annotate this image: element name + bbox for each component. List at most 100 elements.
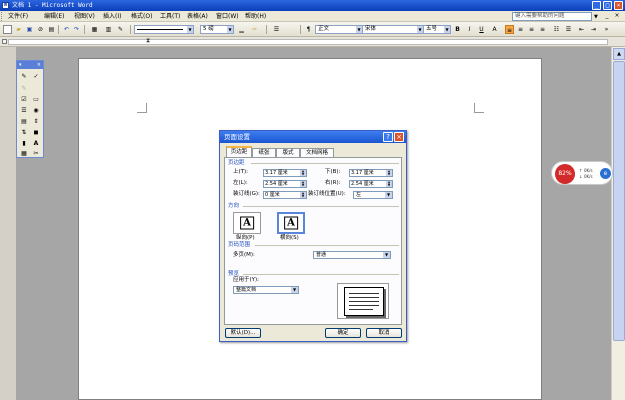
menu-edit[interactable]: 编辑(E): [44, 13, 64, 21]
spinner-arrows-icon[interactable]: ▲ ▼: [300, 181, 306, 187]
line-style-combo[interactable]: ▼: [134, 25, 194, 34]
open-folder-icon[interactable]: ▰: [14, 25, 23, 34]
font-combo[interactable]: 宋体 ▼: [362, 25, 424, 34]
maximize-button[interactable]: □: [603, 1, 612, 10]
chevron-down-icon[interactable]: ▼: [385, 192, 392, 198]
palette-spin-icon[interactable]: ⇅: [19, 128, 29, 138]
landscape-label[interactable]: 横向(S): [280, 235, 299, 242]
spinner-arrows-icon[interactable]: ▲ ▼: [386, 181, 392, 187]
gutter-spinner[interactable]: 0 厘米 ▲ ▼: [263, 191, 307, 199]
floating-toolbar-close-icon[interactable]: ×: [37, 61, 41, 69]
landscape-option[interactable]: A: [277, 212, 305, 234]
doc-minimize-button[interactable]: _: [603, 12, 611, 20]
floating-toolbar-header[interactable]: ▾ ×: [17, 61, 43, 69]
top-margin-spinner[interactable]: 3.17 厘米 ▲ ▼: [263, 169, 307, 177]
font-effects-icon[interactable]: A: [490, 25, 499, 34]
menu-window[interactable]: 窗口(W): [216, 13, 239, 21]
ok-button[interactable]: 确定: [325, 328, 361, 338]
palette-radio-icon[interactable]: ◉: [31, 106, 41, 116]
table-icon[interactable]: ▦: [90, 25, 99, 34]
align-left-button[interactable]: ≡: [505, 25, 514, 34]
new-document-icon[interactable]: [3, 25, 12, 34]
apply-to-select[interactable]: 整篇文档 ▼: [233, 286, 299, 294]
help-dropdown-icon[interactable]: ▼: [594, 14, 598, 20]
dialog-title[interactable]: 页面设置: [220, 131, 406, 143]
dialog-close-button[interactable]: ×: [394, 132, 404, 142]
highlight-icon[interactable]: ✑: [250, 25, 259, 34]
minimize-button[interactable]: _: [592, 1, 601, 10]
menu-view[interactable]: 视图(V): [74, 13, 95, 21]
spinner-arrows-icon[interactable]: ▲ ▼: [300, 170, 306, 176]
scroll-thumb[interactable]: [613, 61, 625, 341]
columns-icon[interactable]: ▥: [104, 25, 113, 34]
palette-bar-icon[interactable]: ▮: [19, 139, 29, 149]
print-icon[interactable]: ▤: [47, 25, 56, 34]
palette-check-icon[interactable]: ✓: [31, 72, 41, 82]
speed-ball-icon[interactable]: e: [600, 168, 611, 179]
doc-close-button[interactable]: ×: [613, 12, 621, 20]
vertical-scrollbar[interactable]: ▲: [611, 47, 625, 400]
close-button[interactable]: ×: [614, 1, 623, 10]
left-margin-spinner[interactable]: 2.54 厘米 ▲ ▼: [263, 180, 307, 188]
permission-icon[interactable]: ⊘: [36, 25, 45, 34]
border-color-icon[interactable]: ▁: [237, 25, 246, 34]
tab-paper[interactable]: 纸张: [252, 148, 276, 157]
align-right-button[interactable]: ≡: [527, 25, 536, 34]
align-cells-icon[interactable]: ☰: [272, 25, 281, 34]
redo-icon[interactable]: ↷: [72, 25, 81, 34]
palette-text-icon[interactable]: A: [31, 139, 41, 149]
menu-file[interactable]: 文件(F): [8, 13, 28, 21]
justify-button[interactable]: ≡: [538, 25, 547, 34]
undo-icon[interactable]: ↶: [62, 25, 71, 34]
decrease-indent-icon[interactable]: ⇤: [577, 25, 586, 34]
spinner-arrows-icon[interactable]: ▲ ▼: [300, 192, 306, 198]
portrait-label[interactable]: 纵向(P): [236, 235, 255, 242]
palette-image-icon[interactable]: ▭: [31, 95, 41, 105]
gutter-position-select[interactable]: 左 ▼: [353, 191, 393, 199]
menu-help[interactable]: 帮助(H): [245, 13, 266, 21]
align-center-button[interactable]: ≡: [516, 25, 525, 34]
palette-more-icon[interactable]: ✂: [31, 149, 41, 159]
underline-button[interactable]: U: [477, 25, 486, 34]
increase-indent-icon[interactable]: ⇥: [589, 25, 598, 34]
menu-grip[interactable]: [1, 12, 6, 21]
styles-pane-icon[interactable]: ¶: [304, 25, 313, 34]
palette-list-icon[interactable]: ☰: [19, 106, 29, 116]
network-speed-widget[interactable]: 82% ↑ 0K/s ↓ 0K/s e: [551, 161, 613, 185]
cancel-button[interactable]: 取消: [366, 328, 402, 338]
palette-combo-icon[interactable]: ▤: [19, 117, 29, 127]
chevron-down-icon[interactable]: ▼: [291, 287, 298, 293]
drawing-icon[interactable]: ✎: [116, 25, 125, 34]
right-margin-spinner[interactable]: 2.54 厘米 ▲ ▼: [349, 180, 393, 188]
tab-layout[interactable]: 版式: [276, 148, 300, 157]
palette-shape-icon[interactable]: ◼: [31, 128, 41, 138]
toolbar-options-icon[interactable]: »: [602, 25, 611, 34]
menu-table[interactable]: 表格(A): [187, 13, 208, 21]
indent-marker[interactable]: ⧗: [146, 38, 150, 44]
palette-grid-icon[interactable]: ▦: [19, 149, 29, 159]
italic-button[interactable]: I: [465, 25, 474, 34]
portrait-option[interactable]: A: [233, 212, 261, 234]
bottom-margin-spinner[interactable]: 3.17 厘米 ▲ ▼: [349, 169, 393, 177]
palette-edit-icon[interactable]: ✎: [19, 72, 29, 82]
multiple-pages-select[interactable]: 普通 ▼: [313, 251, 391, 259]
spinner-arrows-icon[interactable]: ▲ ▼: [386, 170, 392, 176]
chevron-down-icon[interactable]: ▼: [383, 252, 390, 258]
help-search-input[interactable]: 键入需要帮助的问题: [512, 12, 592, 21]
default-button[interactable]: 默认(D)...: [225, 328, 261, 338]
scroll-up-button[interactable]: ▲: [613, 48, 625, 60]
numbering-icon[interactable]: ☷: [552, 25, 561, 34]
bold-button[interactable]: B: [453, 25, 462, 34]
ruler-scale[interactable]: [8, 39, 608, 45]
bullets-icon[interactable]: ☰: [564, 25, 573, 34]
palette-scroll-icon[interactable]: ⇕: [31, 117, 41, 127]
style-combo[interactable]: 正文 ▼: [315, 25, 363, 34]
tab-selector[interactable]: [2, 39, 7, 44]
palette-checkbox-icon[interactable]: ☑: [19, 95, 29, 105]
menu-format[interactable]: 格式(O): [131, 13, 152, 21]
save-icon[interactable]: ▣: [25, 25, 34, 34]
font-size-alt-combo[interactable]: 5 磅 ▼: [200, 25, 234, 34]
dialog-help-button[interactable]: ?: [383, 132, 393, 142]
font-size-combo[interactable]: 五号 ▼: [423, 25, 451, 34]
horizontal-ruler[interactable]: ⧗: [0, 37, 625, 47]
